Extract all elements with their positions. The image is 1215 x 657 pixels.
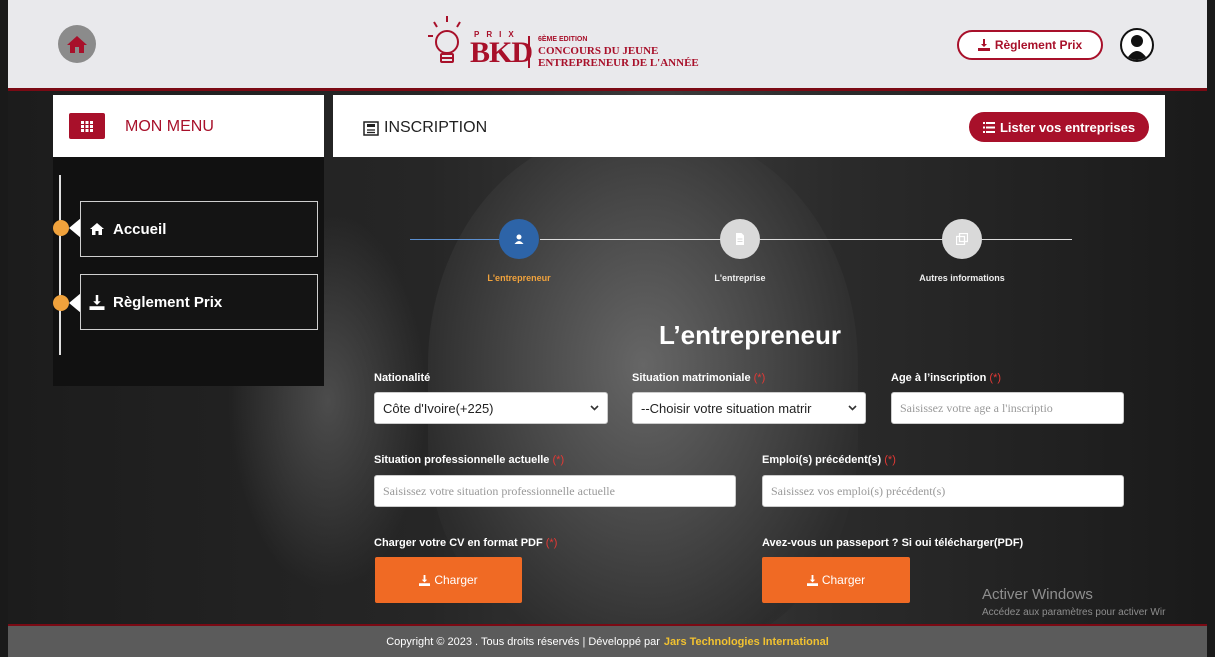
marital-value: --Choisir votre situation matrir xyxy=(641,400,812,416)
lightbulb-icon xyxy=(428,16,461,63)
step-3-label: Autres informations xyxy=(919,273,1005,283)
passport-upload-button[interactable]: Charger xyxy=(762,557,910,603)
logo-edition: 6ÈME EDITION xyxy=(538,36,588,43)
home-button[interactable] xyxy=(58,25,96,63)
menu-dot xyxy=(53,295,69,311)
user-icon xyxy=(514,234,524,244)
footer-company-link[interactable]: Jars Technologies International xyxy=(664,636,829,648)
age-input[interactable]: Saisissez votre age a l'inscriptio xyxy=(891,392,1124,424)
list-companies-button[interactable]: Lister vos entreprises xyxy=(969,112,1149,142)
main-header: INSCRIPTION Lister vos entreprises xyxy=(333,95,1165,157)
top-header: PRIX BKD 6ÈME EDITION CONCOURS DU JEUNE … xyxy=(8,0,1207,88)
professional-placeholder: Saisissez votre situation professionnell… xyxy=(383,483,615,498)
user-avatar[interactable] xyxy=(1120,28,1154,62)
sidebar-item-label: Règlement Prix xyxy=(113,293,223,311)
form-icon xyxy=(363,120,379,136)
marital-select[interactable]: --Choisir votre situation matrir xyxy=(632,392,866,424)
rules-button[interactable]: Règlement Prix xyxy=(957,30,1103,60)
logo-line1: CONCOURS DU JEUNE xyxy=(538,45,659,57)
step-connector xyxy=(980,239,1072,240)
previous-jobs-placeholder: Saisissez vos emploi(s) précédent(s) xyxy=(771,483,946,498)
list-icon xyxy=(982,121,995,133)
step-2-label: L'entreprise xyxy=(714,273,766,283)
previous-jobs-label: Emploi(s) précédent(s) (*) xyxy=(762,454,896,466)
sidebar-item-label: Accueil xyxy=(113,220,167,238)
nationality-label: Nationalité xyxy=(374,372,431,384)
download-icon xyxy=(419,574,431,586)
age-placeholder: Saisissez votre age a l'inscriptio xyxy=(900,400,1053,415)
previous-jobs-input[interactable]: Saisissez vos emploi(s) précédent(s) xyxy=(762,475,1124,507)
menu-header: MON MENU xyxy=(53,95,324,157)
sidebar-item-reglement[interactable]: Règlement Prix xyxy=(80,274,318,330)
marital-label: Situation matrimoniale (*) xyxy=(632,372,766,384)
home-icon xyxy=(90,223,104,235)
activation-watermark-subtitle: Accédez aux paramètres pour activer Wir xyxy=(982,607,1166,618)
logo-separator xyxy=(528,36,530,68)
chevron-down-icon xyxy=(590,405,599,411)
download-icon xyxy=(89,294,105,310)
list-companies-label: Lister vos entreprises xyxy=(999,119,1136,135)
logo-brand: BKD xyxy=(470,36,533,69)
passport-upload-label: Charger xyxy=(821,573,866,587)
logo-line2: ENTREPRENEUR DE L'ANNÉE xyxy=(538,57,699,69)
download-icon xyxy=(977,39,990,51)
step-connector xyxy=(760,239,960,240)
nationality-value: Côte d'Ivoire(+225) xyxy=(383,400,494,416)
menu-dot xyxy=(53,220,69,236)
age-label: Age à l’inscription (*) xyxy=(891,372,1002,384)
step-2[interactable] xyxy=(720,219,760,259)
step-3[interactable] xyxy=(942,219,982,259)
page-title-text: INSCRIPTION xyxy=(384,119,488,136)
user-silhouette-icon xyxy=(1126,35,1148,60)
download-icon xyxy=(806,574,818,586)
passport-label: Avez-vous un passeport ? Si oui téléchar… xyxy=(762,537,1024,549)
side-menu: MON MENU Accueil Règlement Prix xyxy=(53,95,324,386)
home-icon xyxy=(67,36,87,53)
step-1[interactable] xyxy=(499,219,539,259)
professional-input[interactable]: Saisissez votre situation professionnell… xyxy=(374,475,736,507)
step-1-label: L'entrepreneur xyxy=(487,273,551,283)
step-connector xyxy=(540,239,740,240)
copy-icon xyxy=(956,233,968,245)
cv-upload-button[interactable]: Charger xyxy=(375,557,522,603)
footer: Copyright © 2023 . Tous droits réservés … xyxy=(8,624,1207,657)
cv-label: Charger votre CV en format PDF (*) xyxy=(374,537,558,549)
page-title: INSCRIPTION xyxy=(363,119,487,137)
sidebar-item-accueil[interactable]: Accueil xyxy=(80,201,318,257)
footer-text: Copyright © 2023 . Tous droits réservés … xyxy=(386,635,660,648)
rules-button-label: Règlement Prix xyxy=(994,38,1083,52)
nationality-select[interactable]: Côte d'Ivoire(+225) xyxy=(374,392,608,424)
section-title: L’entrepreneur xyxy=(658,320,842,350)
cv-upload-label: Charger xyxy=(434,573,478,587)
professional-label: Situation professionnelle actuelle (*) xyxy=(374,454,565,466)
document-icon xyxy=(736,233,744,245)
menu-timeline xyxy=(59,175,61,355)
menu-toggle-button[interactable] xyxy=(69,113,105,139)
activation-watermark-title: Activer Windows xyxy=(982,586,1093,603)
menu-title: MON MENU xyxy=(125,118,214,135)
grid-icon xyxy=(81,120,93,132)
chevron-down-icon xyxy=(848,405,857,411)
logo: PRIX BKD 6ÈME EDITION CONCOURS DU JEUNE … xyxy=(426,14,726,74)
